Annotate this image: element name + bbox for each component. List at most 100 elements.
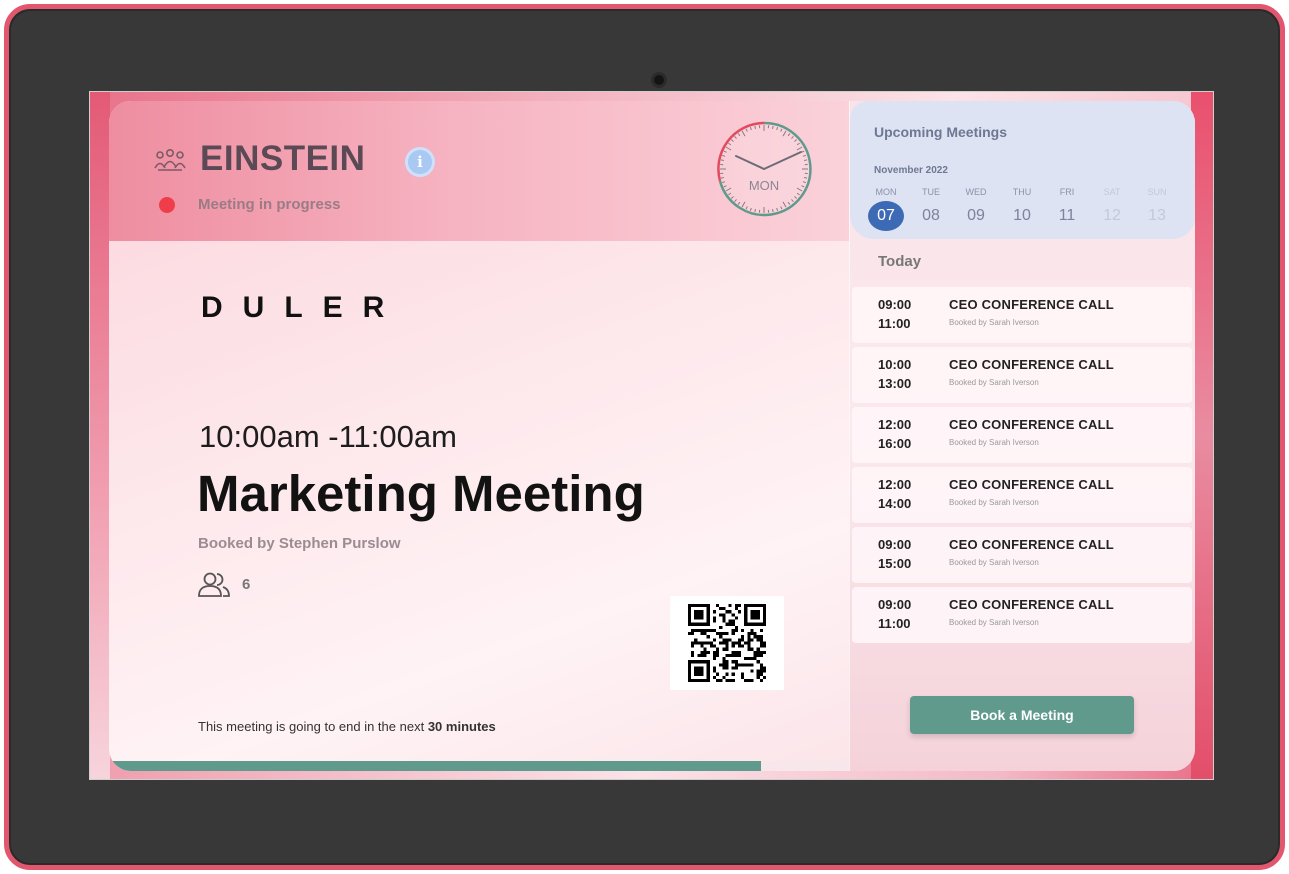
meeting-list-item[interactable]: 10:00 13:00 CEO CONFERENCE CALL Booked by S…: [852, 347, 1192, 403]
calendar-day-number: 13: [1148, 207, 1166, 224]
meeting-title: Marketing Meeting: [197, 465, 645, 522]
qr-module: [716, 678, 720, 682]
info-icon[interactable]: i: [405, 147, 435, 177]
qr-module: [719, 663, 723, 667]
clock-tick: [754, 209, 756, 213]
qr-module: [722, 616, 726, 620]
qr-module: [762, 644, 766, 648]
room-display-card: EINSTEIN i Meeting in progress MON DULER…: [109, 101, 1195, 771]
clock-tick: [772, 209, 774, 213]
clock-tick: [804, 177, 808, 179]
qr-module: [737, 604, 742, 608]
week-calendar: Upcoming Meetings November 2022 MON 07 TUE…: [850, 101, 1195, 239]
qr-module: [762, 669, 766, 673]
qr-module: [719, 678, 723, 682]
qr-module: [734, 653, 738, 658]
qr-module: [737, 650, 742, 654]
qr-code[interactable]: [670, 596, 784, 690]
qr-module: [734, 663, 738, 667]
qr-module: [731, 619, 735, 623]
qr-module: [750, 657, 754, 661]
clock-day-label: MON: [749, 178, 779, 193]
meeting-item-title: CEO CONFERENCE CALL: [949, 477, 1114, 492]
calendar-day-sat[interactable]: SAT 12: [1092, 185, 1132, 231]
qr-module: [700, 653, 704, 658]
meeting-list-item[interactable]: 12:00 14:00 CEO CONFERENCE CALL Booked by S…: [852, 467, 1192, 523]
meeting-end-time: 13:00: [878, 376, 912, 391]
brand-logo: DULER: [201, 291, 405, 324]
qr-module: [759, 638, 763, 642]
meeting-list-item[interactable]: 09:00 11:00 CEO CONFERENCE CALL Booked by S…: [852, 287, 1192, 343]
qr-module: [722, 660, 726, 664]
qr-module: [722, 647, 726, 651]
qr-module: [722, 613, 726, 617]
qr-module: [728, 622, 732, 626]
calendar-day-tue[interactable]: TUE 08: [911, 185, 951, 231]
qr-module: [759, 669, 763, 673]
qr-module: [697, 641, 701, 645]
qr-module: [750, 663, 754, 667]
qr-module: [734, 650, 738, 654]
meeting-list-item[interactable]: 12:00 16:00 CEO CONFERENCE CALL Booked by S…: [852, 407, 1192, 463]
qr-module: [753, 653, 757, 658]
qr-module: [750, 638, 754, 642]
meeting-end-time: 11:00: [878, 316, 911, 331]
qr-module: [694, 666, 704, 676]
qr-module: [691, 653, 695, 658]
calendar-day-wed[interactable]: WED 09: [956, 185, 996, 231]
qr-module: [716, 604, 720, 608]
qr-module: [759, 644, 763, 648]
qr-module: [694, 638, 698, 642]
qr-module: [694, 641, 698, 645]
qr-module: [716, 653, 720, 658]
end-note-duration: 30 minutes: [427, 719, 496, 734]
meeting-start-time: 09:00: [878, 537, 912, 552]
qr-module: [762, 666, 766, 670]
meeting-list-item[interactable]: 09:00 11:00 CEO CONFERENCE CALL Booked by S…: [852, 587, 1192, 643]
qr-module: [728, 638, 732, 642]
meeting-list-item[interactable]: 09:00 15:00 CEO CONFERENCE CALL Booked by S…: [852, 527, 1192, 583]
qr-module: [728, 604, 732, 608]
qr-module: [706, 641, 710, 645]
qr-module: [703, 641, 707, 645]
qr-module: [712, 644, 717, 648]
qr-module: [731, 660, 735, 664]
qr-module: [759, 666, 763, 670]
qr-module: [691, 628, 695, 633]
meeting-item-booker: Booked by Sarah Iverson: [949, 618, 1039, 627]
qr-module: [750, 669, 754, 673]
qr-module: [722, 632, 726, 636]
qr-module: [750, 632, 754, 636]
calendar-day-number: 12: [1103, 207, 1121, 224]
book-meeting-button[interactable]: Book a Meeting: [910, 696, 1134, 734]
qr-module: [725, 622, 729, 626]
upcoming-meetings-panel: Upcoming Meetings November 2022 MON 07 TUE…: [849, 101, 1195, 771]
calendar-day-number: 10: [1013, 207, 1031, 224]
meeting-start-time: 09:00: [878, 297, 912, 312]
qr-module: [725, 663, 729, 667]
qr-module: [722, 638, 726, 642]
clock-tick: [804, 159, 808, 161]
qr-module: [725, 653, 729, 658]
qr-module: [722, 666, 726, 670]
qr-module: [747, 632, 751, 636]
calendar-day-thu[interactable]: THU 10: [1002, 185, 1042, 231]
qr-module: [716, 650, 720, 654]
upcoming-title: Upcoming Meetings: [874, 124, 1008, 140]
meeting-start-time: 12:00: [878, 477, 912, 492]
qr-module: [756, 653, 760, 658]
qr-module: [737, 638, 742, 642]
calendar-day-sun[interactable]: SUN 13: [1137, 185, 1177, 231]
qr-module: [700, 628, 704, 633]
qr-module: [731, 678, 735, 682]
qr-module: [744, 641, 748, 645]
qr-module: [722, 663, 726, 667]
calendar-day-fri[interactable]: FRI 11: [1047, 185, 1087, 231]
calendar-day-mon[interactable]: MON 07: [866, 185, 906, 231]
qr-module: [759, 672, 763, 676]
qr-module: [744, 678, 748, 682]
qr-module: [731, 672, 735, 676]
qr-module: [712, 666, 717, 670]
qr-module: [741, 638, 745, 642]
qr-module: [756, 635, 760, 639]
